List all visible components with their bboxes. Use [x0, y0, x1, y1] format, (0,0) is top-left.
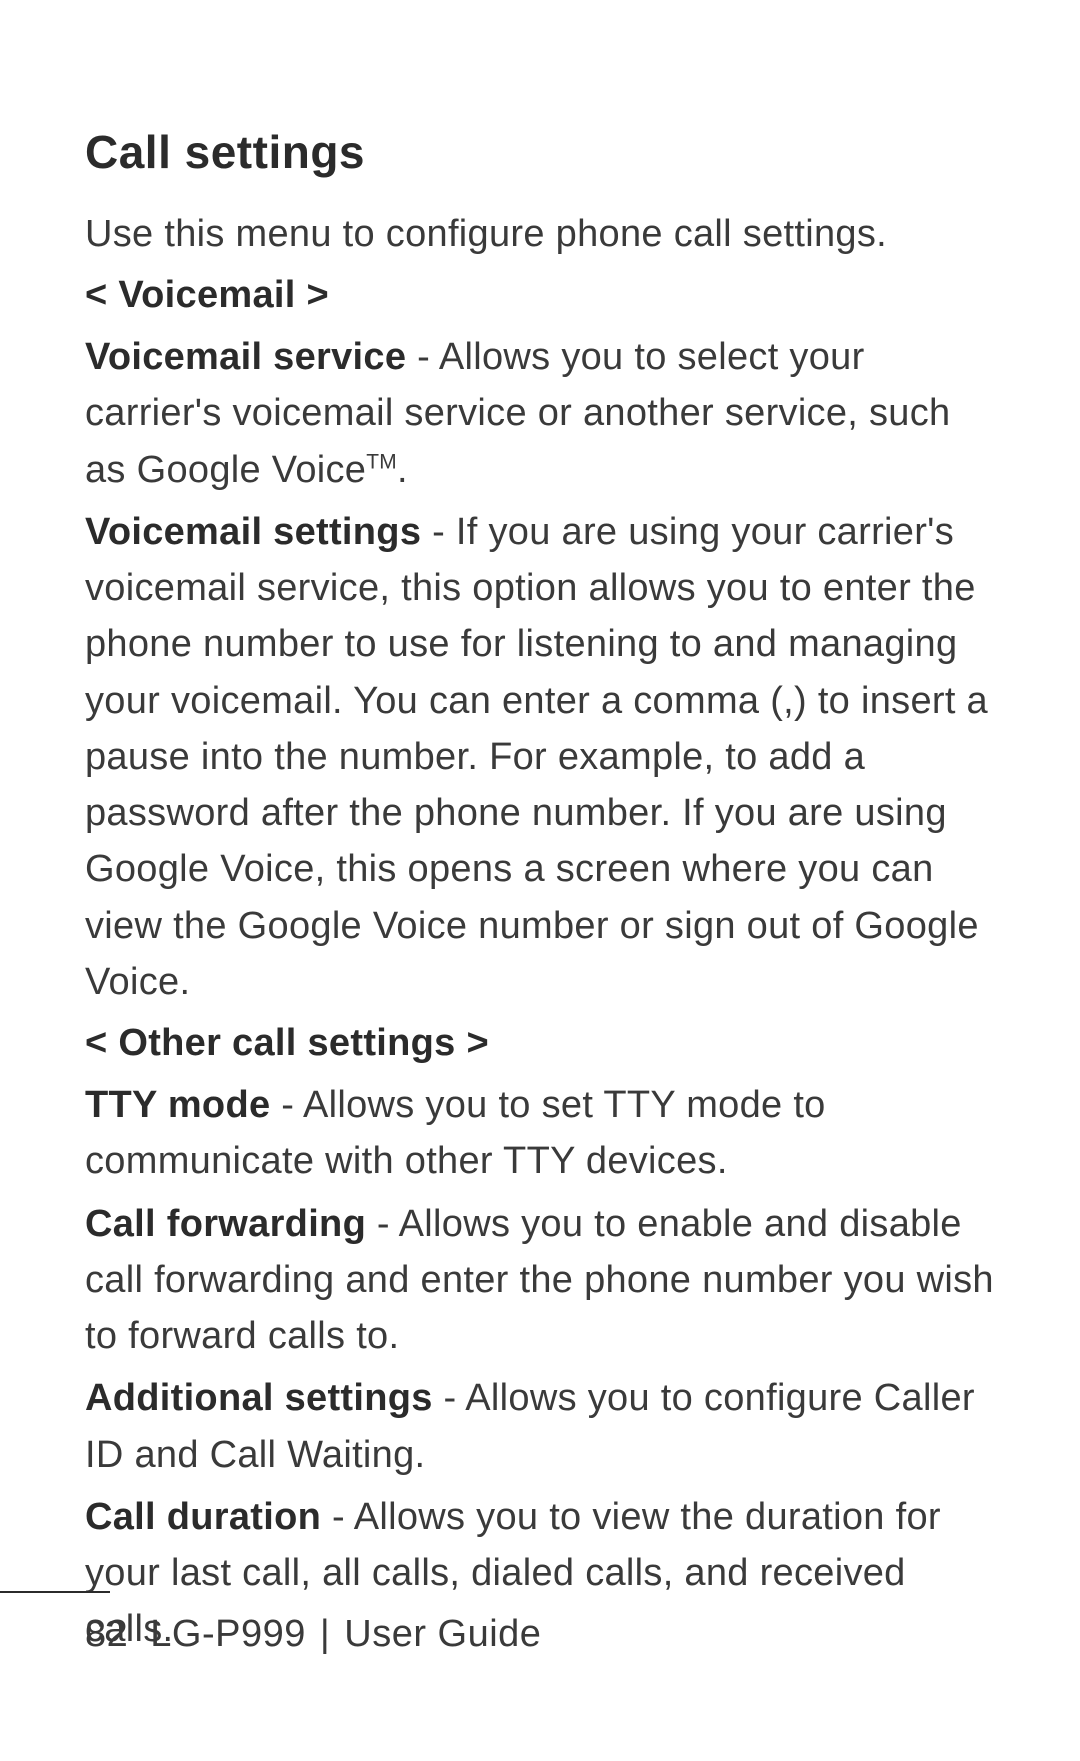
footer-model: LG-P999 [150, 1613, 306, 1655]
entry-voicemail-settings: Voicemail settings - If you are using yo… [85, 504, 995, 1010]
entry-lead: Call forwarding [85, 1203, 366, 1245]
entry-lead: Call duration [85, 1496, 321, 1538]
entry-additional-settings: Additional settings - Allows you to conf… [85, 1370, 995, 1482]
page: Call settings Use this menu to configure… [0, 0, 1080, 1761]
footer-doc-title: User Guide [344, 1613, 541, 1655]
footer-separator: | [320, 1613, 330, 1655]
entry-lead: Voicemail service [85, 336, 406, 378]
page-footer: 82 LG-P999 | User Guide [0, 1591, 1080, 1656]
section-header-other-call: < Other call settings > [85, 1016, 995, 1071]
entry-lead: Additional settings [85, 1377, 433, 1419]
entry-lead: TTY mode [85, 1084, 270, 1126]
trademark-symbol: TM [366, 450, 397, 473]
page-content: Call settings Use this menu to configure… [85, 125, 995, 1657]
intro-text: Use this menu to configure phone call se… [85, 207, 995, 262]
entry-tty-mode: TTY mode - Allows you to set TTY mode to… [85, 1077, 995, 1189]
entry-tail: . [397, 449, 408, 491]
footer-line: 82 LG-P999 | User Guide [0, 1613, 1080, 1656]
entry-voicemail-service: Voicemail service - Allows you to select… [85, 329, 995, 498]
entry-call-forwarding: Call forwarding - Allows you to enable a… [85, 1196, 995, 1365]
entry-body: - If you are using your carrier's voicem… [85, 511, 988, 1003]
page-title: Call settings [85, 125, 995, 179]
entry-lead: Voicemail settings [85, 511, 421, 553]
page-number: 82 [85, 1613, 128, 1655]
section-header-voicemail: < Voicemail > [85, 268, 995, 323]
footer-rule [0, 1591, 110, 1593]
